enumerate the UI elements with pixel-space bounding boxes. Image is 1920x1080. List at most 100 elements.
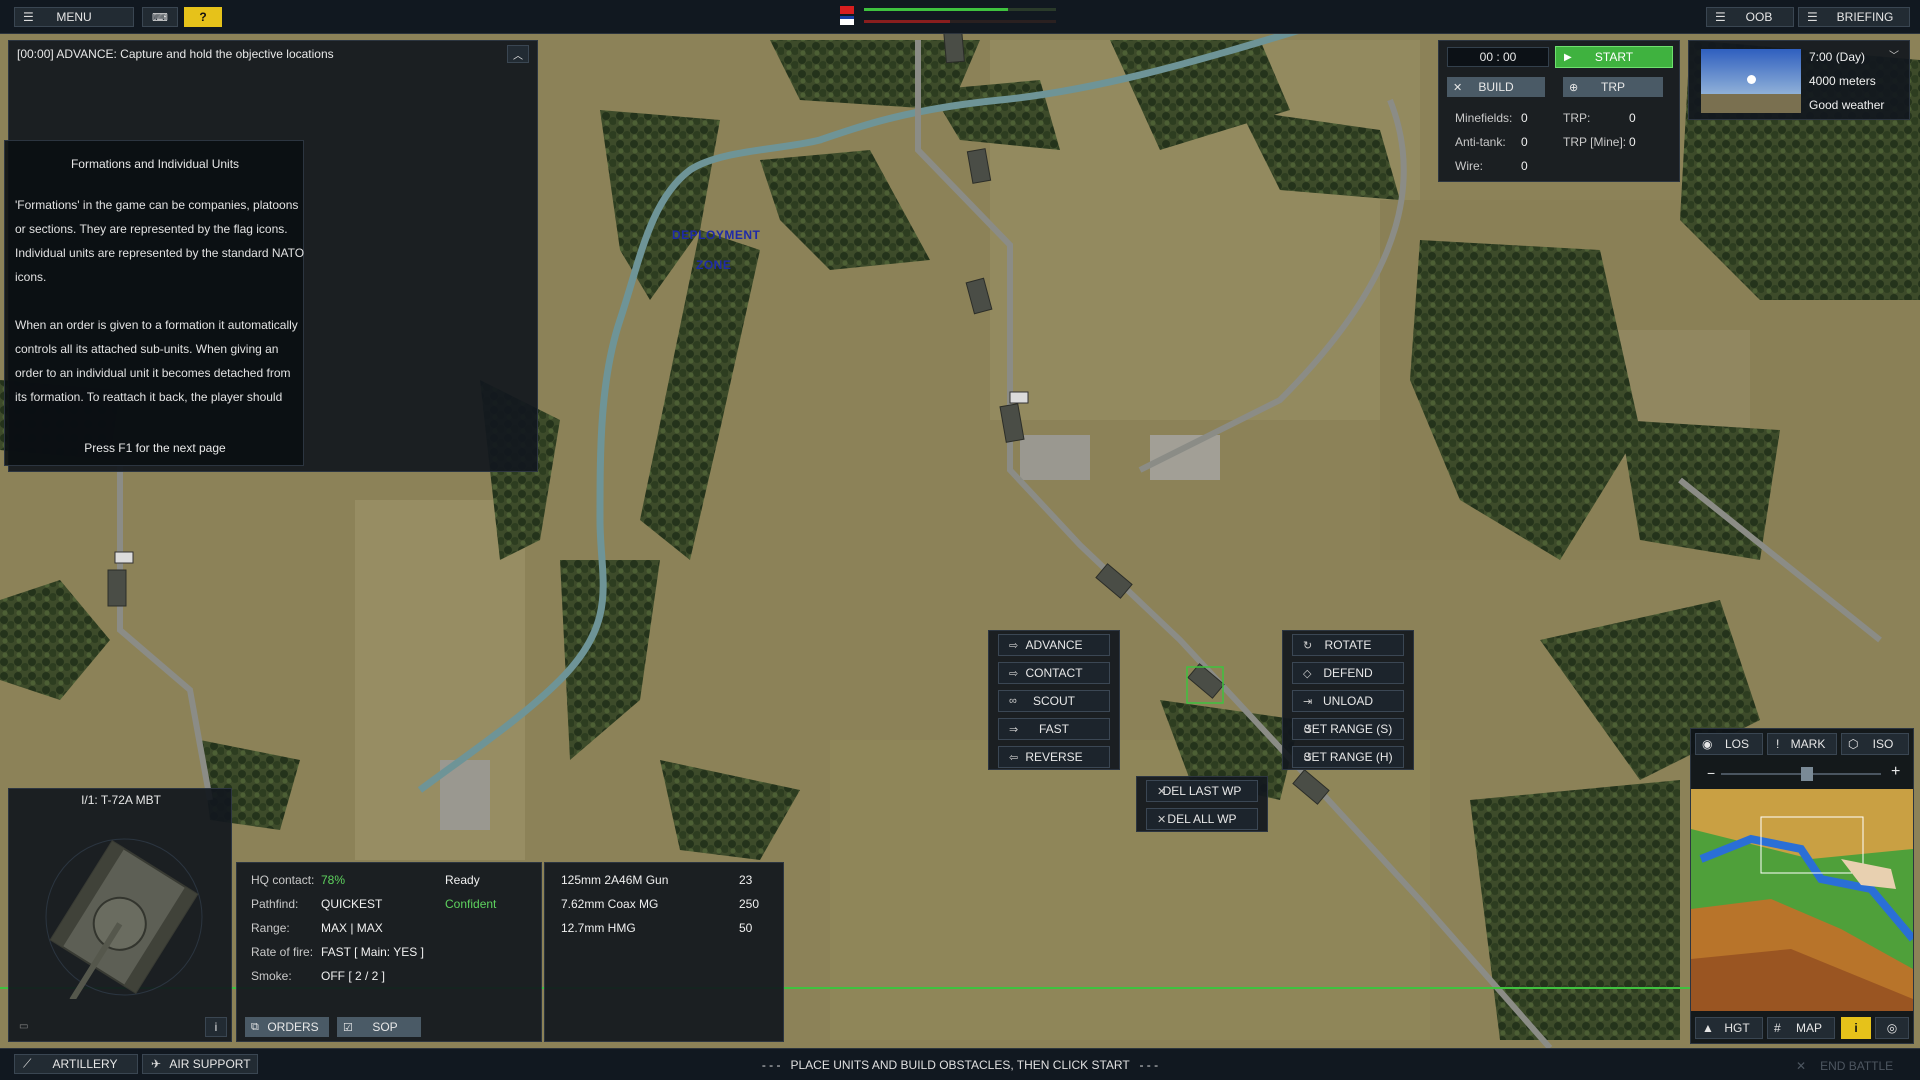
wire-value: 0 [1521, 159, 1528, 173]
orders-button[interactable]: ⧉ ORDERS [245, 1017, 329, 1037]
cube-icon: ⬡ [1848, 737, 1859, 751]
deployment-zone-label: ZONE [696, 258, 732, 272]
help-line: 'Formations' in the game can be companie… [15, 198, 299, 212]
tools-icon: ✕ [1453, 81, 1463, 94]
minimap-panel: ◉ LOS ! MARK ⬡ ISO − + ▲ HGT # MAP i ◎ [1690, 728, 1914, 1044]
help-button[interactable]: ? [184, 7, 222, 27]
help-line: or sections. They are represented by the… [15, 222, 288, 236]
los-button[interactable]: ◉ LOS [1695, 733, 1763, 755]
order-unload-button[interactable]: ⇥ UNLOAD [1292, 690, 1404, 712]
zoom-in-button[interactable]: + [1891, 763, 1900, 781]
artillery-button[interactable]: ⟋ ARTILLERY [14, 1054, 138, 1074]
camera-icon[interactable]: ▭ [19, 1021, 28, 1032]
end-battle-button[interactable]: ✕ END BATTLE [1796, 1056, 1908, 1076]
pathfind-value[interactable]: QUICKEST [321, 897, 382, 911]
iso-button[interactable]: ⬡ ISO [1841, 733, 1909, 755]
menu-button[interactable]: ☰ MENU [14, 7, 134, 27]
enemy-flag-icon [840, 6, 854, 14]
contact-arrow-icon: ⇨ [1009, 667, 1019, 680]
hgt-button[interactable]: ▲ HGT [1695, 1017, 1763, 1039]
range-icon: ↺ [1303, 751, 1313, 764]
hq-contact-label: HQ contact: [251, 873, 315, 887]
weather-condition: Good weather [1809, 98, 1885, 112]
sky-preview [1701, 49, 1801, 113]
air-support-button[interactable]: ✈ AIR SUPPORT [142, 1054, 258, 1074]
compass-icon: ◎ [1886, 1021, 1898, 1035]
order-set-range-h-button[interactable]: ↺ SET RANGE (H) [1292, 746, 1404, 768]
trp-button[interactable]: ⊕ TRP [1563, 77, 1663, 97]
unit-morale: Confident [445, 897, 497, 911]
order-del-last-wp-button[interactable]: ✕ DEL LAST WP [1146, 780, 1258, 802]
sop-button[interactable]: ☑ SOP [337, 1017, 421, 1037]
build-button[interactable]: ✕ BUILD [1447, 77, 1545, 97]
order-advance-button[interactable]: ⇨ ADVANCE [998, 634, 1110, 656]
info-icon[interactable]: i [1841, 1017, 1871, 1039]
mission-objective: [00:00] ADVANCE: Capture and hold the ob… [17, 47, 334, 61]
wire-label: Wire: [1455, 159, 1483, 173]
range-icon: ↺ [1303, 723, 1313, 736]
range-value[interactable]: MAX | MAX [321, 921, 383, 935]
crosshair-icon: ⊕ [1569, 81, 1579, 94]
help-line: controls all its attached sub-units. Whe… [15, 342, 279, 356]
minefields-label: Minefields: [1455, 111, 1513, 125]
waypoint-delete-icon: ✕ [1157, 785, 1167, 798]
collapse-button[interactable]: ︿ [507, 45, 529, 63]
trp-mine-label: TRP [Mine]: [1563, 135, 1627, 149]
top-bar [0, 0, 1920, 34]
player-flag-icon [840, 16, 854, 25]
order-set-range-s-button[interactable]: ↺ SET RANGE (S) [1292, 718, 1404, 740]
sun-icon [1747, 75, 1756, 84]
hq-contact-value: 78% [321, 873, 346, 887]
order-defend-button[interactable]: ◇ DEFEND [1292, 662, 1404, 684]
briefing-button[interactable]: ☰ BRIEFING [1798, 7, 1910, 27]
start-button[interactable]: ▶ START [1555, 46, 1673, 68]
unit-info-button[interactable]: i [205, 1017, 227, 1037]
map-button[interactable]: # MAP [1767, 1017, 1835, 1039]
rof-value[interactable]: FAST [ Main: YES ] [321, 945, 424, 959]
oob-button[interactable]: ☰ OOB [1706, 7, 1794, 27]
weapon-ammo: 250 [739, 897, 760, 911]
diamond-icon: ◇ [1303, 667, 1312, 680]
orders-icon: ⧉ [251, 1020, 259, 1033]
tank-portrait [45, 838, 203, 999]
trp-count-value: 0 [1629, 111, 1636, 125]
pathfind-label: Pathfind: [251, 897, 299, 911]
chevron-down-icon[interactable]: ﹀ [1889, 47, 1899, 62]
list-icon: ☰ [1715, 10, 1726, 24]
formation-flag-icon[interactable] [114, 551, 134, 564]
antitank-label: Anti-tank: [1455, 135, 1506, 149]
order-contact-button[interactable]: ⇨ CONTACT [998, 662, 1110, 684]
formation-flag-icon[interactable] [1009, 391, 1029, 404]
zoom-slider-handle[interactable] [1801, 767, 1813, 781]
trp-mine-value: 0 [1629, 135, 1636, 149]
order-rotate-button[interactable]: ↻ ROTATE [1292, 634, 1404, 656]
keyboard-button[interactable]: ⌨ [142, 7, 178, 27]
plane-icon: ✈ [151, 1057, 162, 1071]
order-reverse-button[interactable]: ⇦ REVERSE [998, 746, 1110, 768]
smoke-value[interactable]: OFF [ 2 / 2 ] [321, 969, 385, 983]
mountain-icon: ▲ [1702, 1021, 1714, 1035]
help-line: order to an individual unit it becomes d… [15, 366, 291, 380]
help-footer: Press F1 for the next page [84, 441, 226, 455]
rotate-icon: ↻ [1303, 639, 1313, 652]
help-text: 'Formations' in the game can be companie… [15, 193, 304, 409]
help-title: Formations and Individual Units [70, 157, 240, 171]
weapon-name: 125mm 2A46M Gun [561, 873, 669, 887]
player-strength-bar [864, 8, 1056, 11]
chevron-up-icon: ︿ [513, 50, 523, 62]
minefields-value: 0 [1521, 111, 1528, 125]
mark-button[interactable]: ! MARK [1767, 733, 1837, 755]
unload-icon: ⇥ [1303, 695, 1313, 708]
compass-button[interactable]: ◎ [1875, 1017, 1909, 1039]
zoom-out-button[interactable]: − [1707, 765, 1715, 781]
unit-portrait-panel: I/1: T-72A MBT ▭ i [8, 788, 232, 1042]
weapon-name: 7.62mm Coax MG [561, 897, 659, 911]
unit-readiness: Ready [445, 873, 480, 887]
unit-weapons-panel: 125mm 2A46M Gun 23 7.62mm Coax MG 250 12.7mm… [544, 862, 784, 1042]
order-del-all-wp-button[interactable]: ✕ DEL ALL WP [1146, 808, 1258, 830]
order-fast-button[interactable]: ⇒ FAST [998, 718, 1110, 740]
rof-label: Rate of fire: [251, 945, 314, 959]
minimap[interactable] [1691, 789, 1913, 1011]
order-scout-button[interactable]: ∞ SCOUT [998, 690, 1110, 712]
arrow-right-icon: ⇨ [1009, 639, 1019, 652]
